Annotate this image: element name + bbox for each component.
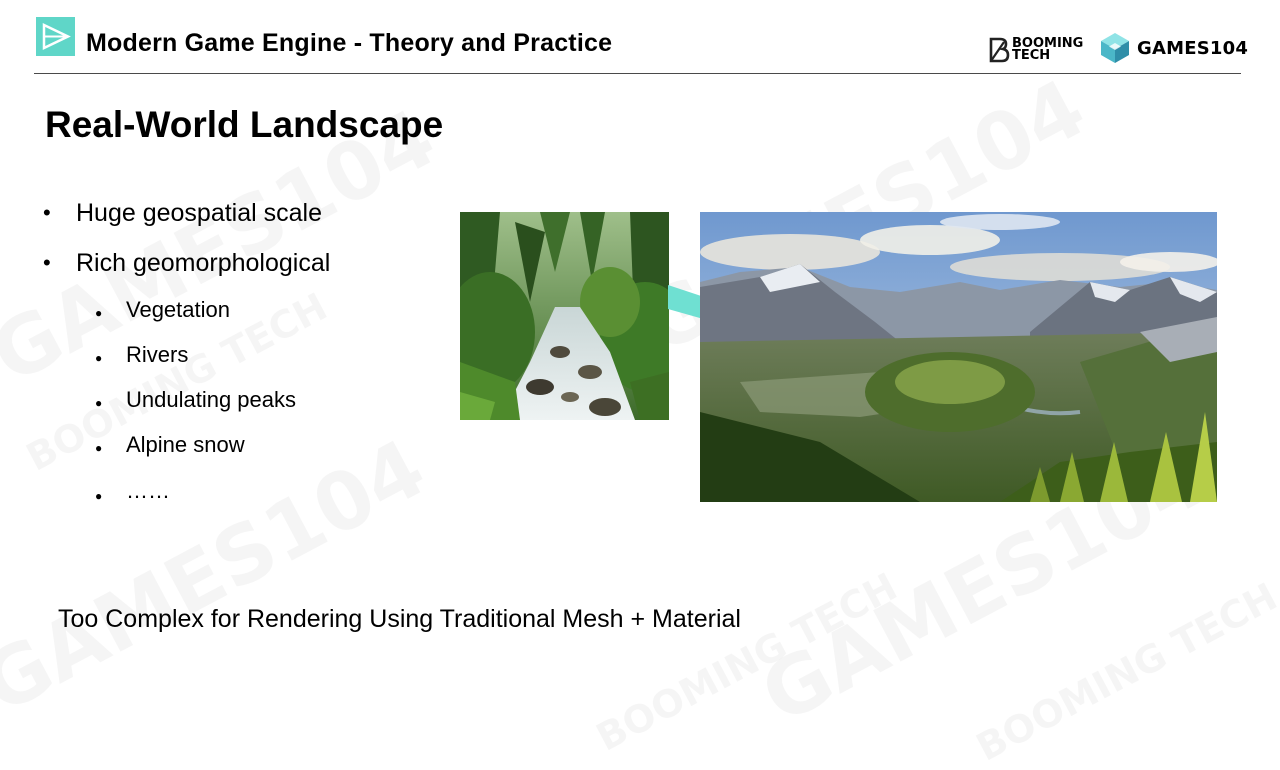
footer-note: Too Complex for Rendering Using Traditio… <box>58 605 741 633</box>
sub-bullet-item: …… <box>126 478 170 503</box>
watermark: BOOMING TECH <box>969 574 1280 769</box>
sub-bullet-dot: ● <box>95 351 103 365</box>
sub-bullet-item: Alpine snow <box>126 432 245 457</box>
bullet-item: Huge geospatial scale <box>76 199 322 227</box>
games104-wordmark: GAMES104 <box>1137 37 1249 59</box>
booming-tech-icon <box>989 37 1010 63</box>
booming-tech-logo: BOOMING TECH <box>988 35 1083 65</box>
sub-bullet-dot: ● <box>95 441 103 455</box>
games104-logo: GAMES104 <box>1099 31 1248 65</box>
watermark: BOOMING TECH <box>589 564 904 759</box>
forest-stream-image <box>460 212 669 420</box>
course-logo-icon <box>36 17 75 56</box>
course-title: Modern Game Engine - Theory and Practice <box>86 29 613 57</box>
sub-bullet-dot: ● <box>95 489 103 503</box>
cube-icon <box>1101 33 1129 63</box>
sub-bullet-item: Undulating peaks <box>126 387 297 412</box>
header-divider <box>34 73 1241 74</box>
watermark: GAMES104 <box>0 421 440 731</box>
bullet-dot: • <box>43 250 51 275</box>
slide-title: Real-World Landscape <box>45 104 444 145</box>
sub-bullet-item: Rivers <box>126 342 189 367</box>
sub-bullet-dot: ● <box>95 396 103 410</box>
booming-tech-wordmark: BOOMING TECH <box>1012 36 1084 63</box>
mountain-valley-image <box>700 212 1217 502</box>
sub-bullet-dot: ● <box>95 306 103 320</box>
bullet-item: Rich geomorphological <box>76 249 331 277</box>
bullet-dot: • <box>43 200 51 225</box>
sub-bullet-item: Vegetation <box>126 297 230 322</box>
